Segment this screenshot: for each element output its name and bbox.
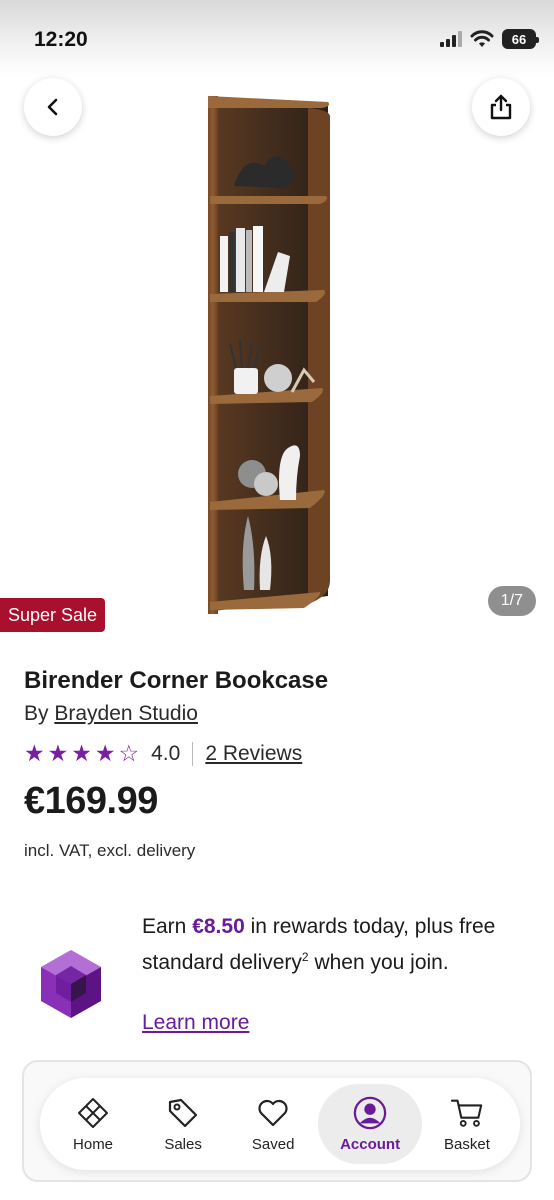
nav-account[interactable]: Account <box>318 1084 422 1164</box>
nav-basket[interactable]: Basket <box>422 1084 512 1164</box>
star-filled-icon: ★ <box>71 740 92 766</box>
rewards-gem-icon <box>41 950 101 1018</box>
learn-more-link[interactable]: Learn more <box>142 1011 249 1035</box>
battery-icon: 66 <box>502 29 539 49</box>
status-icons: 66 <box>440 29 539 49</box>
heart-icon <box>256 1096 290 1130</box>
battery-level: 66 <box>511 31 527 47</box>
reviews-link[interactable]: 2 Reviews <box>205 742 302 766</box>
star-filled-icon: ★ <box>47 740 69 766</box>
wifi-icon <box>470 30 494 47</box>
product-image-gallery[interactable]: 1/7 Super Sale <box>0 78 554 638</box>
chevron-left-icon <box>47 98 58 116</box>
nav-account-label: Account <box>340 1135 401 1153</box>
nav-saved-label: Saved <box>251 1135 295 1153</box>
status-bar: 12:20 66 <box>0 0 554 78</box>
account-icon <box>353 1096 387 1130</box>
sale-badge: Super Sale <box>0 598 106 632</box>
vat-note: incl. VAT, excl. delivery <box>24 841 196 860</box>
status-time: 12:20 <box>34 28 88 51</box>
rewards-amount: €8.50 <box>192 915 245 938</box>
rewards-text-start: Earn <box>142 915 193 938</box>
rewards-text: Earn €8.50 in rewards today, plus free s… <box>142 912 522 978</box>
star-filled-icon: ★ <box>24 740 45 766</box>
product-image <box>208 96 331 614</box>
rating-divider <box>192 741 194 766</box>
signal-icon <box>440 31 462 47</box>
brand-line: By Brayden Studio <box>24 702 198 726</box>
product-title: Birender Corner Bookcase <box>24 667 329 694</box>
bottom-nav: Home Sales Saved Account Basket <box>40 1078 520 1170</box>
star-empty-icon: ☆ <box>118 740 140 766</box>
cart-icon <box>450 1096 484 1130</box>
brand-prefix: By <box>24 702 49 725</box>
nav-saved[interactable]: Saved <box>228 1084 318 1164</box>
nav-sales[interactable]: Sales <box>138 1084 228 1164</box>
rating-value: 4.0 <box>151 741 181 765</box>
nav-home[interactable]: Home <box>48 1084 138 1164</box>
rating-stars: ★ ★ ★ ★ ☆ <box>24 740 139 767</box>
rating-row: ★ ★ ★ ★ ☆ 4.0 2 Reviews <box>24 740 302 767</box>
nav-sales-label: Sales <box>164 1135 202 1153</box>
rewards-footnote: 2 <box>301 950 309 964</box>
brand-link[interactable]: Brayden Studio <box>54 702 198 725</box>
nav-home-label: Home <box>73 1135 114 1153</box>
back-button[interactable] <box>24 78 82 136</box>
image-counter: 1/7 <box>487 586 536 616</box>
product-price: €169.99 <box>24 780 158 822</box>
home-icon <box>76 1096 110 1130</box>
nav-basket-label: Basket <box>444 1135 490 1153</box>
share-icon <box>490 94 512 120</box>
tag-icon <box>166 1096 200 1130</box>
share-button[interactable] <box>472 78 530 136</box>
star-filled-icon: ★ <box>94 740 116 766</box>
rewards-text-end: when you join. <box>308 951 449 974</box>
